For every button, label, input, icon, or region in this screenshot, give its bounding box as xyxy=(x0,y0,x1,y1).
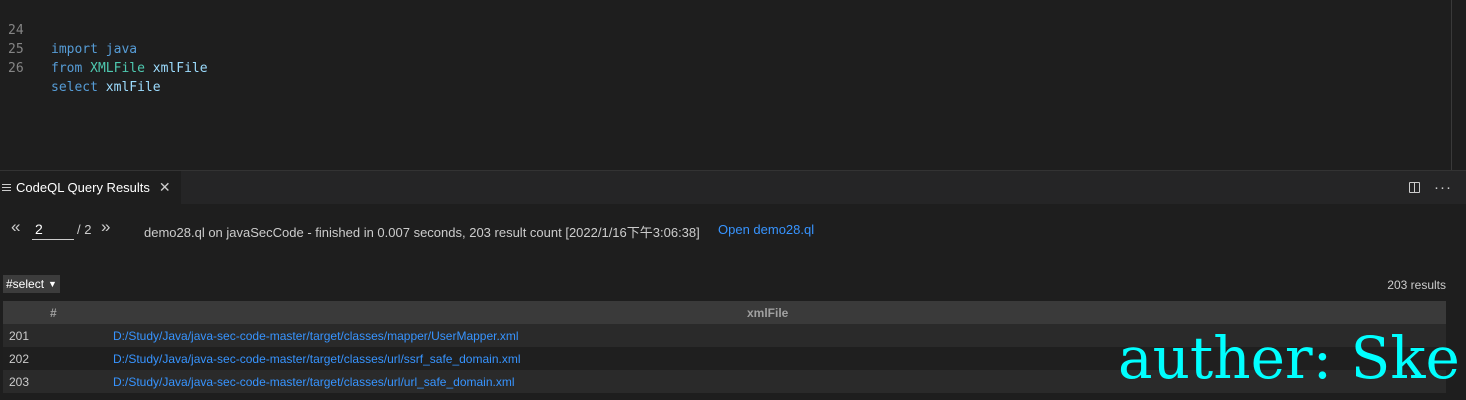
pagination-bar: « / 2 » demo28.ql on javaSecCode - finis… xyxy=(0,215,1466,243)
editor-scrollbar[interactable] xyxy=(1451,0,1452,170)
line-number: 26 xyxy=(8,61,24,76)
page-total: / 2 xyxy=(77,222,92,237)
chevron-down-icon: ▼ xyxy=(48,279,57,289)
author-watermark: auther: Ske xyxy=(1118,324,1460,392)
row-index: 201 xyxy=(9,329,30,343)
panel-header: CodeQL Query Results ✕ ··· xyxy=(0,171,1466,204)
close-icon[interactable]: ✕ xyxy=(159,179,171,196)
code-line[interactable]: 25 from XMLFile xmlFile xyxy=(0,21,208,76)
file-link[interactable]: D:/Study/Java/java-sec-code-master/targe… xyxy=(113,352,521,366)
keyword: select xyxy=(51,80,98,95)
variable-name: xmlFile xyxy=(144,61,208,76)
row-index: 202 xyxy=(9,352,30,366)
prev-page-button[interactable]: « xyxy=(11,217,20,237)
open-query-link[interactable]: Open demo28.ql xyxy=(718,222,814,237)
next-page-button[interactable]: » xyxy=(101,217,110,237)
column-header-index[interactable]: # xyxy=(50,306,57,320)
variable-name: xmlFile xyxy=(97,80,161,95)
result-set-label: #select xyxy=(6,277,45,291)
code-editor[interactable]: 24 import java 25 from XMLFile xmlFile 2… xyxy=(0,0,1466,170)
type-name: XMLFile xyxy=(82,61,145,76)
keyword: import xyxy=(51,42,98,57)
panel-actions: ··· xyxy=(1409,171,1452,204)
result-count: 203 results xyxy=(1387,278,1446,292)
keyword: from xyxy=(51,61,83,76)
tab-label: CodeQL Query Results xyxy=(16,180,150,195)
query-info: demo28.ql on javaSecCode - finished in 0… xyxy=(144,225,700,240)
column-header-xmlfile[interactable]: xmlFile xyxy=(747,306,788,320)
tab-codeql-query-results[interactable]: CodeQL Query Results ✕ xyxy=(0,171,181,204)
code-line[interactable]: 26 select xmlFile xyxy=(0,40,161,95)
file-link[interactable]: D:/Study/Java/java-sec-code-master/targe… xyxy=(113,329,519,343)
more-actions-icon[interactable]: ··· xyxy=(1434,179,1452,196)
code-line[interactable]: 24 import java xyxy=(0,2,137,57)
module-name: java xyxy=(97,42,138,57)
table-header: # xmlFile xyxy=(3,301,1446,324)
split-editor-icon[interactable] xyxy=(1409,182,1420,193)
row-index: 203 xyxy=(9,375,30,389)
page-input[interactable] xyxy=(32,218,74,240)
list-icon xyxy=(2,182,11,193)
result-set-select[interactable]: #select ▼ xyxy=(3,275,60,293)
file-link[interactable]: D:/Study/Java/java-sec-code-master/targe… xyxy=(113,375,515,389)
